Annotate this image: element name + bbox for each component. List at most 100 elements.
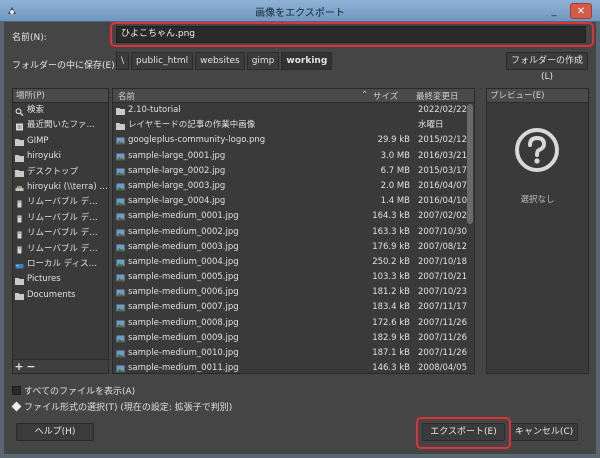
file-row[interactable]: sample-medium_0007.jpg 183.4 kB 2007/11/17 — [113, 300, 474, 315]
place-item[interactable]: Documents — [13, 288, 108, 303]
image-thumbnail-icon — [116, 212, 125, 221]
file-row[interactable]: sample-medium_0001.jpg 164.3 kB 2007/02/02 — [113, 209, 474, 224]
file-row[interactable]: sample-medium_0004.jpg 250.2 kB 2007/10/18 — [113, 255, 474, 270]
file-name: sample-medium_0004.jpg — [128, 256, 239, 267]
image-thumbnail-icon — [116, 303, 125, 312]
place-item[interactable]: 検索 — [13, 103, 108, 118]
file-modified: 2015/02/12 — [418, 135, 467, 146]
image-thumbnail-icon — [116, 243, 125, 252]
file-row[interactable]: googleplus-community-logo.png 29.9 kB 2015… — [113, 133, 474, 148]
file-row[interactable]: sample-large_0002.jpg 6.7 MB 2015/03/17 — [113, 164, 474, 179]
file-name: 2.10-tutorial — [128, 105, 181, 115]
minimize-button[interactable]: _ — [546, 3, 562, 19]
file-name: sample-medium_0002.jpg — [128, 226, 239, 237]
place-item-label: ローカル ディス… — [27, 258, 98, 269]
file-name: sample-medium_0006.jpg — [128, 287, 239, 298]
place-item[interactable]: リムーバブル デ… — [13, 211, 108, 226]
column-name[interactable]: 名前 — [118, 90, 135, 102]
file-row[interactable]: sample-large_0001.jpg 3.0 MB 2016/03/21 — [113, 149, 474, 164]
file-row[interactable]: sample-medium_0003.jpg 176.9 kB 2007/08/12 — [113, 240, 474, 255]
folder-icon — [15, 291, 24, 301]
place-item[interactable]: Pictures — [13, 272, 108, 287]
place-item[interactable]: hiroyuki (\\terra) … — [13, 180, 108, 195]
file-name: sample-medium_0011.jpg — [128, 363, 239, 374]
cancel-button[interactable]: キャンセル(C) — [510, 423, 578, 441]
place-item[interactable]: リムーバブル デ… — [13, 226, 108, 241]
place-item-label: リムーバブル デ… — [27, 243, 98, 254]
places-header: 場所(P) — [13, 89, 108, 103]
place-item[interactable]: デスクトップ — [13, 165, 108, 180]
place-item-label: hiroyuki (\\terra) … — [27, 181, 108, 192]
folder-icon — [15, 276, 24, 285]
show-all-files-option[interactable]: すべてのファイルを表示(A) — [12, 384, 135, 397]
file-modified: 2007/02/02 — [418, 211, 467, 222]
place-item-label: リムーバブル デ… — [27, 212, 98, 223]
place-item[interactable]: ローカル ディス… — [13, 257, 108, 272]
show-all-files-label: すべてのファイルを表示(A) — [24, 387, 136, 397]
place-item[interactable]: hiroyuki — [13, 149, 108, 164]
file-modified: 2007/08/12 — [418, 241, 467, 252]
removable-drive-icon — [15, 245, 24, 254]
file-modified: 2007/10/18 — [418, 256, 467, 267]
file-size: 176.9 kB — [372, 241, 410, 252]
breadcrumb-working[interactable]: working — [281, 52, 333, 70]
create-folder-button[interactable]: フォルダーの作成(L) — [506, 52, 588, 82]
breadcrumb-root[interactable]: \ — [116, 52, 130, 70]
file-size: 29.9 kB — [377, 135, 410, 146]
file-row[interactable]: 2.10-tutorial 2022/02/22 — [113, 103, 474, 118]
file-row[interactable]: sample-medium_0008.jpg 172.6 kB 2007/11/26 — [113, 316, 474, 331]
place-item[interactable]: リムーバブル デ… — [13, 242, 108, 257]
file-name: sample-large_0003.jpg — [128, 180, 226, 191]
show-all-files-checkbox[interactable] — [12, 386, 21, 395]
file-name: sample-medium_0009.jpg — [128, 332, 239, 343]
file-row[interactable]: sample-medium_0009.jpg 182.9 kB 2007/11/26 — [113, 331, 474, 346]
column-modified[interactable]: 最終変更日 — [416, 90, 459, 102]
file-type-expander[interactable]: ファイル形式の選択(T) (現在の設定: 拡張子で判別) — [11, 400, 233, 413]
file-row[interactable]: レイヤモードの記事の作業中画像 水曜日 — [113, 118, 474, 133]
place-item[interactable]: 最近開いたファ… — [13, 118, 108, 133]
folder-icon — [116, 121, 125, 131]
file-name: sample-large_0002.jpg — [128, 165, 226, 176]
column-size[interactable]: サイズ — [373, 90, 398, 102]
breadcrumb-websites[interactable]: websites — [195, 52, 245, 70]
file-row[interactable]: sample-medium_0011.jpg 146.3 kB 2008/04/05 — [113, 361, 474, 374]
file-row[interactable]: sample-medium_0005.jpg 103.3 kB 2007/10/21 — [113, 270, 474, 285]
image-thumbnail-icon — [116, 273, 125, 282]
file-modified: 2007/10/21 — [418, 272, 467, 283]
help-button[interactable]: ヘルプ(H) — [16, 423, 94, 441]
image-thumbnail-icon — [116, 136, 125, 145]
file-list-header: 名前 ⌃ サイズ 最終変更日 — [113, 89, 474, 103]
file-list-scrollbar[interactable] — [467, 104, 473, 224]
place-item-label: Pictures — [27, 274, 61, 285]
image-thumbnail-icon — [116, 364, 125, 373]
file-modified: 2007/10/30 — [418, 226, 467, 237]
expander-icon[interactable] — [11, 401, 22, 412]
file-size: 103.3 kB — [372, 272, 410, 283]
image-thumbnail-icon — [116, 228, 125, 236]
place-item[interactable]: リムーバブル デ… — [13, 195, 108, 210]
sort-chevron-icon[interactable]: ⌃ — [361, 90, 368, 100]
file-row[interactable]: sample-medium_0010.jpg 187.1 kB 2007/11/26 — [113, 346, 474, 361]
file-row[interactable]: sample-large_0003.jpg 2.0 MB 2016/04/07 — [113, 179, 474, 194]
file-size: 183.4 kB — [372, 302, 410, 313]
close-button[interactable]: ✕ — [570, 3, 592, 19]
file-size: 1.4 MB — [380, 196, 410, 207]
file-row[interactable]: sample-medium_0006.jpg 181.2 kB 2007/10/23 — [113, 285, 474, 300]
file-modified: 2016/03/21 — [418, 150, 467, 161]
local-disk-icon — [15, 261, 24, 269]
add-bookmark-button[interactable]: + — [13, 360, 25, 373]
file-row[interactable]: sample-large_0004.jpg 1.4 MB 2016/04/10 — [113, 194, 474, 209]
file-name: sample-medium_0007.jpg — [128, 302, 239, 313]
file-row[interactable]: sample-medium_0002.jpg 163.3 kB 2007/10/30 — [113, 225, 474, 240]
file-modified: 2007/11/26 — [418, 317, 467, 328]
breadcrumb-gimp[interactable]: gimp — [246, 52, 280, 70]
file-modified: 2016/04/07 — [418, 180, 467, 191]
breadcrumb-public-html[interactable]: public_html — [131, 52, 194, 70]
place-item[interactable]: GIMP — [13, 134, 108, 149]
removable-drive-icon — [15, 199, 24, 208]
file-size: 187.1 kB — [372, 348, 410, 358]
file-size: 2.0 MB — [380, 180, 410, 191]
remove-bookmark-button[interactable]: − — [25, 360, 37, 373]
file-type-label: ファイル形式の選択(T) (現在の設定: 拡張子で判別) — [24, 403, 233, 413]
file-size: 182.9 kB — [372, 332, 410, 343]
